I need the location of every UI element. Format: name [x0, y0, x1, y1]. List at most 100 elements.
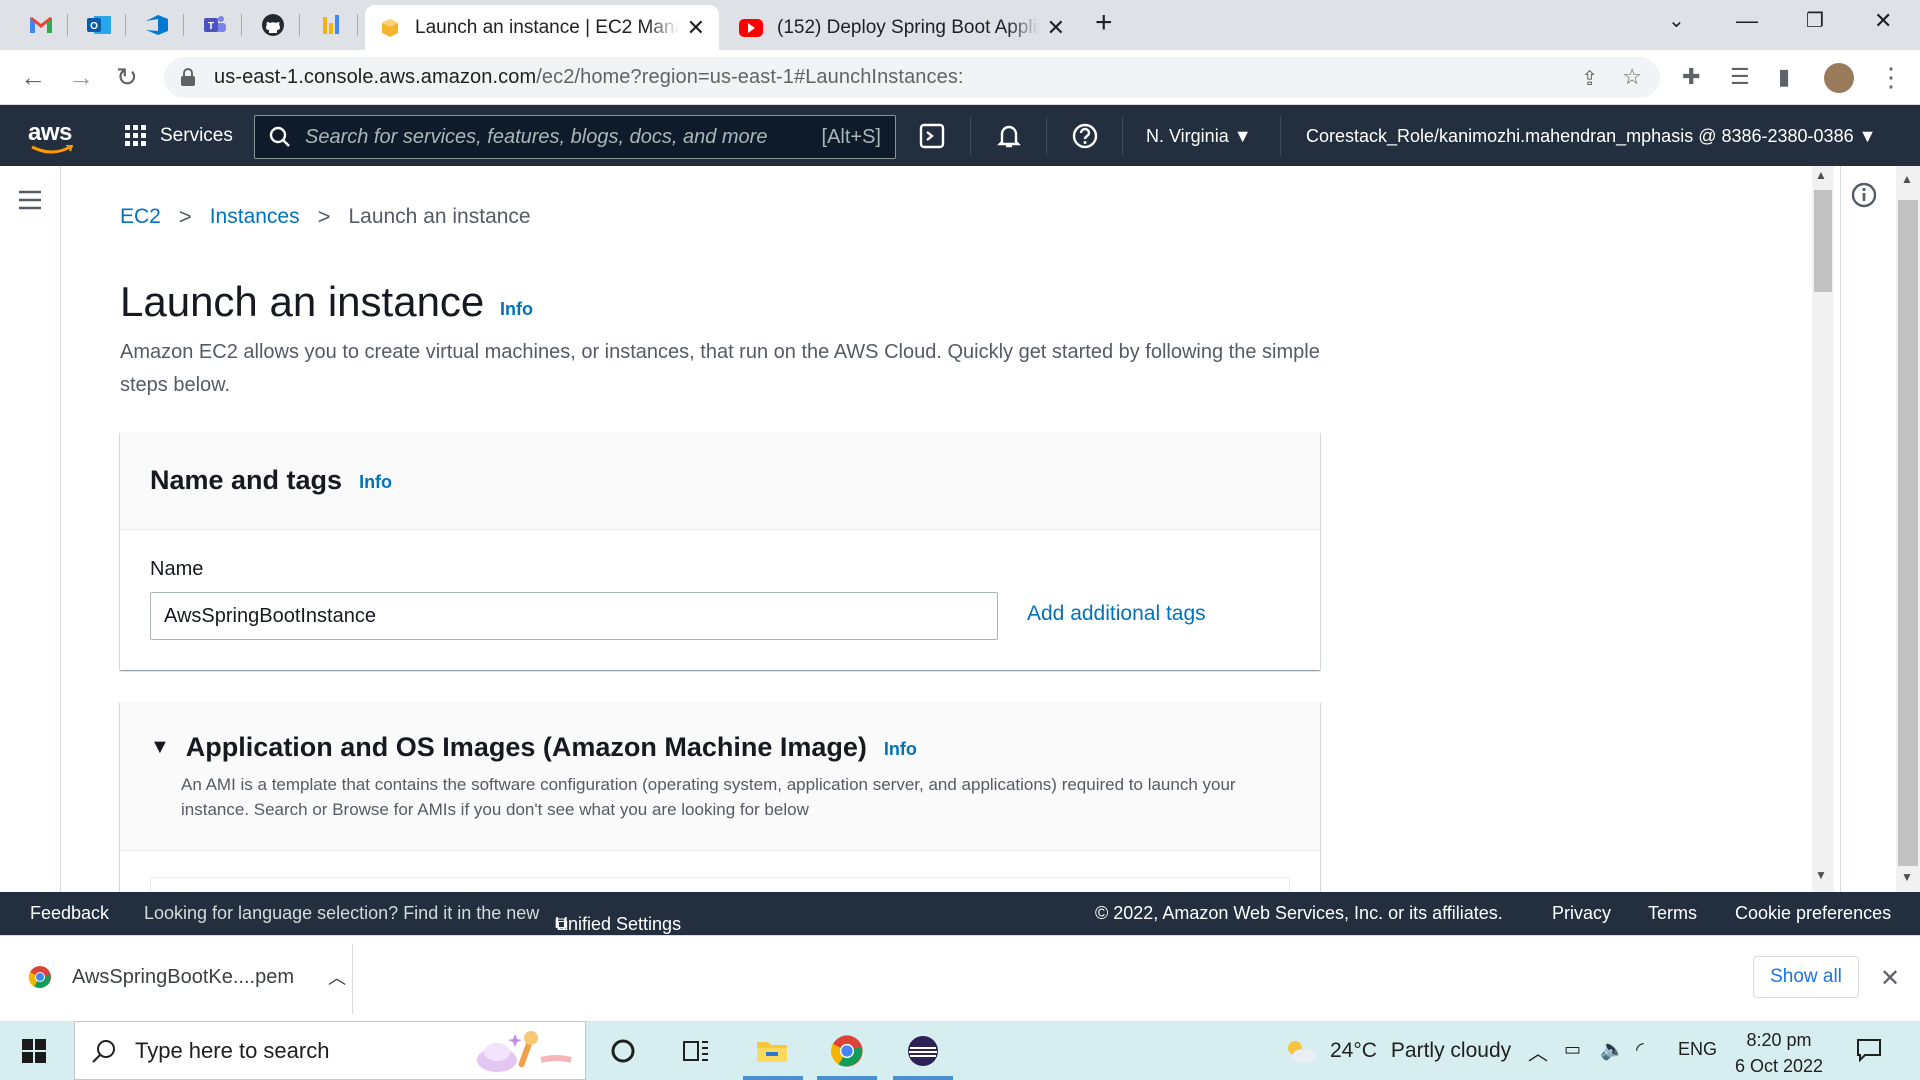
weather-widget[interactable]: 24°C Partly cloudy — [1282, 1037, 1511, 1065]
scroll-up-arrow-icon[interactable]: ▲ — [1815, 168, 1827, 182]
chrome-taskbar-icon[interactable] — [827, 1031, 867, 1071]
tools-rail — [1840, 166, 1884, 892]
file-explorer-icon[interactable] — [752, 1031, 792, 1071]
tab-ec2-launch[interactable]: Launch an instance | EC2 Management Cons… — [365, 5, 719, 50]
aws-search-input[interactable]: Search for services, features, blogs, do… — [254, 115, 896, 159]
ami-panel-title[interactable]: Application and OS Images (Amazon Machin… — [186, 732, 867, 763]
volume-icon[interactable]: 🔈 — [1600, 1037, 1625, 1062]
ami-info-link[interactable]: Info — [884, 739, 917, 760]
task-view-icon[interactable] — [676, 1031, 716, 1071]
back-icon[interactable]: ← — [20, 64, 46, 90]
partly-cloudy-icon — [1288, 1041, 1316, 1063]
console-footer: Feedback Looking for language selection?… — [0, 892, 1920, 935]
services-label: Services — [160, 125, 233, 146]
teams-pinned-tab[interactable]: T — [194, 6, 236, 44]
chrome-file-icon — [28, 966, 51, 988]
add-additional-tags-link[interactable]: Add additional tags — [1027, 602, 1206, 626]
new-tab-button[interactable]: + — [1095, 6, 1113, 40]
github-pinned-tab[interactable] — [252, 6, 294, 44]
svg-text:T: T — [208, 21, 214, 32]
github-icon — [262, 14, 284, 36]
cookie-preferences-link[interactable]: Cookie preferences — [1735, 903, 1891, 924]
sheets-pinned-tab[interactable] — [310, 6, 352, 44]
search-placeholder: Search for services, features, blogs, do… — [305, 125, 768, 148]
help-icon[interactable] — [1070, 121, 1100, 151]
breadcrumb-ec2-link[interactable]: EC2 — [120, 205, 161, 229]
content-scrollbar-thumb[interactable] — [1814, 190, 1832, 292]
breadcrumb-instances-link[interactable]: Instances — [210, 205, 300, 229]
omnibox[interactable]: us-east-1.console.aws.amazon.com/ec2/hom… — [164, 57, 1660, 98]
lock-icon[interactable] — [180, 68, 196, 87]
azure-devops-pinned-tab[interactable] — [136, 6, 178, 44]
side-panel-icon[interactable]: ▮ — [1778, 64, 1790, 90]
window-close-icon[interactable]: ✕ — [1874, 8, 1892, 34]
show-all-downloads-button[interactable]: Show all — [1753, 956, 1859, 998]
extensions-icon[interactable]: ✚ — [1682, 64, 1700, 90]
azure-devops-icon — [146, 15, 168, 35]
teams-icon: T — [204, 16, 226, 32]
bookmark-star-icon[interactable]: ☆ — [1622, 64, 1642, 90]
media-control-icon[interactable]: ☰ — [1730, 64, 1750, 90]
search-icon — [92, 1039, 115, 1063]
reload-icon[interactable]: ↻ — [116, 64, 138, 90]
wifi-icon[interactable]: ◜ — [1636, 1037, 1644, 1062]
page-scrollbar-thumb[interactable] — [1898, 200, 1918, 866]
info-panel-icon[interactable] — [1851, 182, 1877, 208]
gmail-pinned-tab[interactable] — [20, 6, 62, 44]
tab-search-icon[interactable]: ⌄ — [1668, 8, 1685, 33]
aws-top-nav: aws Services Search for services, featur… — [0, 105, 1920, 166]
page-info-link[interactable]: Info — [500, 299, 533, 320]
feedback-link[interactable]: Feedback — [30, 903, 109, 924]
share-icon[interactable]: ⇪ — [1581, 66, 1598, 91]
taskbar-running-indicator — [817, 1076, 877, 1080]
windows-start-icon[interactable] — [22, 1039, 46, 1063]
minimize-icon[interactable]: — — [1736, 8, 1758, 34]
youtube-icon — [739, 18, 763, 37]
side-navigation — [0, 166, 61, 892]
aws-logo[interactable]: aws — [28, 119, 74, 154]
forward-icon[interactable]: → — [68, 64, 94, 90]
close-download-bar-icon[interactable]: ✕ — [1880, 964, 1900, 993]
notifications-bell-icon[interactable] — [994, 121, 1024, 151]
privacy-link[interactable]: Privacy — [1552, 903, 1611, 924]
region-label: N. Virginia — [1146, 126, 1229, 146]
services-menu[interactable]: Services — [124, 124, 233, 148]
hamburger-menu-icon[interactable] — [18, 190, 42, 210]
tab-title: (152) Deploy Spring Boot Application on … — [777, 16, 1039, 38]
page-scroll-up-icon[interactable]: ▲ — [1901, 172, 1913, 186]
restore-icon[interactable]: ❐ — [1806, 8, 1824, 33]
input-language[interactable]: ENG — [1678, 1039, 1717, 1060]
tab-youtube[interactable]: (152) Deploy Spring Boot Application on … — [725, 5, 1079, 50]
aws-box-icon — [382, 18, 398, 37]
chevron-up-icon[interactable]: ︿ — [328, 964, 346, 990]
notifications-icon[interactable] — [1856, 1037, 1882, 1063]
account-menu[interactable]: Corestack_Role/kanimozhi.mahendran_mphas… — [1306, 126, 1876, 147]
show-hidden-icons-icon[interactable]: ︿ — [1528, 1037, 1548, 1066]
download-item[interactable]: AwsSpringBootKe....pem ︿ — [28, 964, 346, 990]
name-tags-info-link[interactable]: Info — [359, 472, 392, 493]
taskbar-search-placeholder: Type here to search — [135, 1037, 330, 1063]
cloudshell-icon[interactable] — [918, 121, 948, 151]
bar-chart-icon — [323, 15, 339, 34]
cortana-icon[interactable] — [603, 1031, 643, 1071]
search-icon — [269, 126, 290, 147]
scroll-down-arrow-icon[interactable]: ▼ — [1815, 868, 1827, 882]
collapse-triangle-icon[interactable]: ▼ — [150, 736, 170, 759]
caret-down-icon: ▼ — [1858, 126, 1877, 146]
taskbar-clock[interactable]: 8:20 pm 6 Oct 2022 — [1735, 1027, 1823, 1079]
search-shortcut: [Alt+S] — [821, 125, 881, 148]
browser-menu-icon[interactable]: ⋮ — [1878, 64, 1904, 90]
profile-avatar[interactable] — [1824, 63, 1854, 93]
battery-icon[interactable]: ▭ — [1564, 1039, 1581, 1060]
instance-name-input[interactable] — [150, 592, 998, 640]
terms-link[interactable]: Terms — [1648, 903, 1697, 924]
close-tab-icon[interactable]: ✕ — [1047, 15, 1065, 41]
name-label: Name — [150, 558, 204, 580]
eclipse-taskbar-icon[interactable] — [903, 1031, 943, 1071]
taskbar-search-box[interactable]: Type here to search — [74, 1021, 586, 1080]
outlook-pinned-tab[interactable]: O — [78, 6, 120, 44]
page-scroll-down-icon[interactable]: ▼ — [1901, 870, 1913, 884]
panel-header: Name and tags Info — [120, 432, 1320, 530]
close-tab-icon[interactable]: ✕ — [687, 15, 705, 41]
region-selector[interactable]: N. Virginia ▼ — [1146, 126, 1252, 147]
